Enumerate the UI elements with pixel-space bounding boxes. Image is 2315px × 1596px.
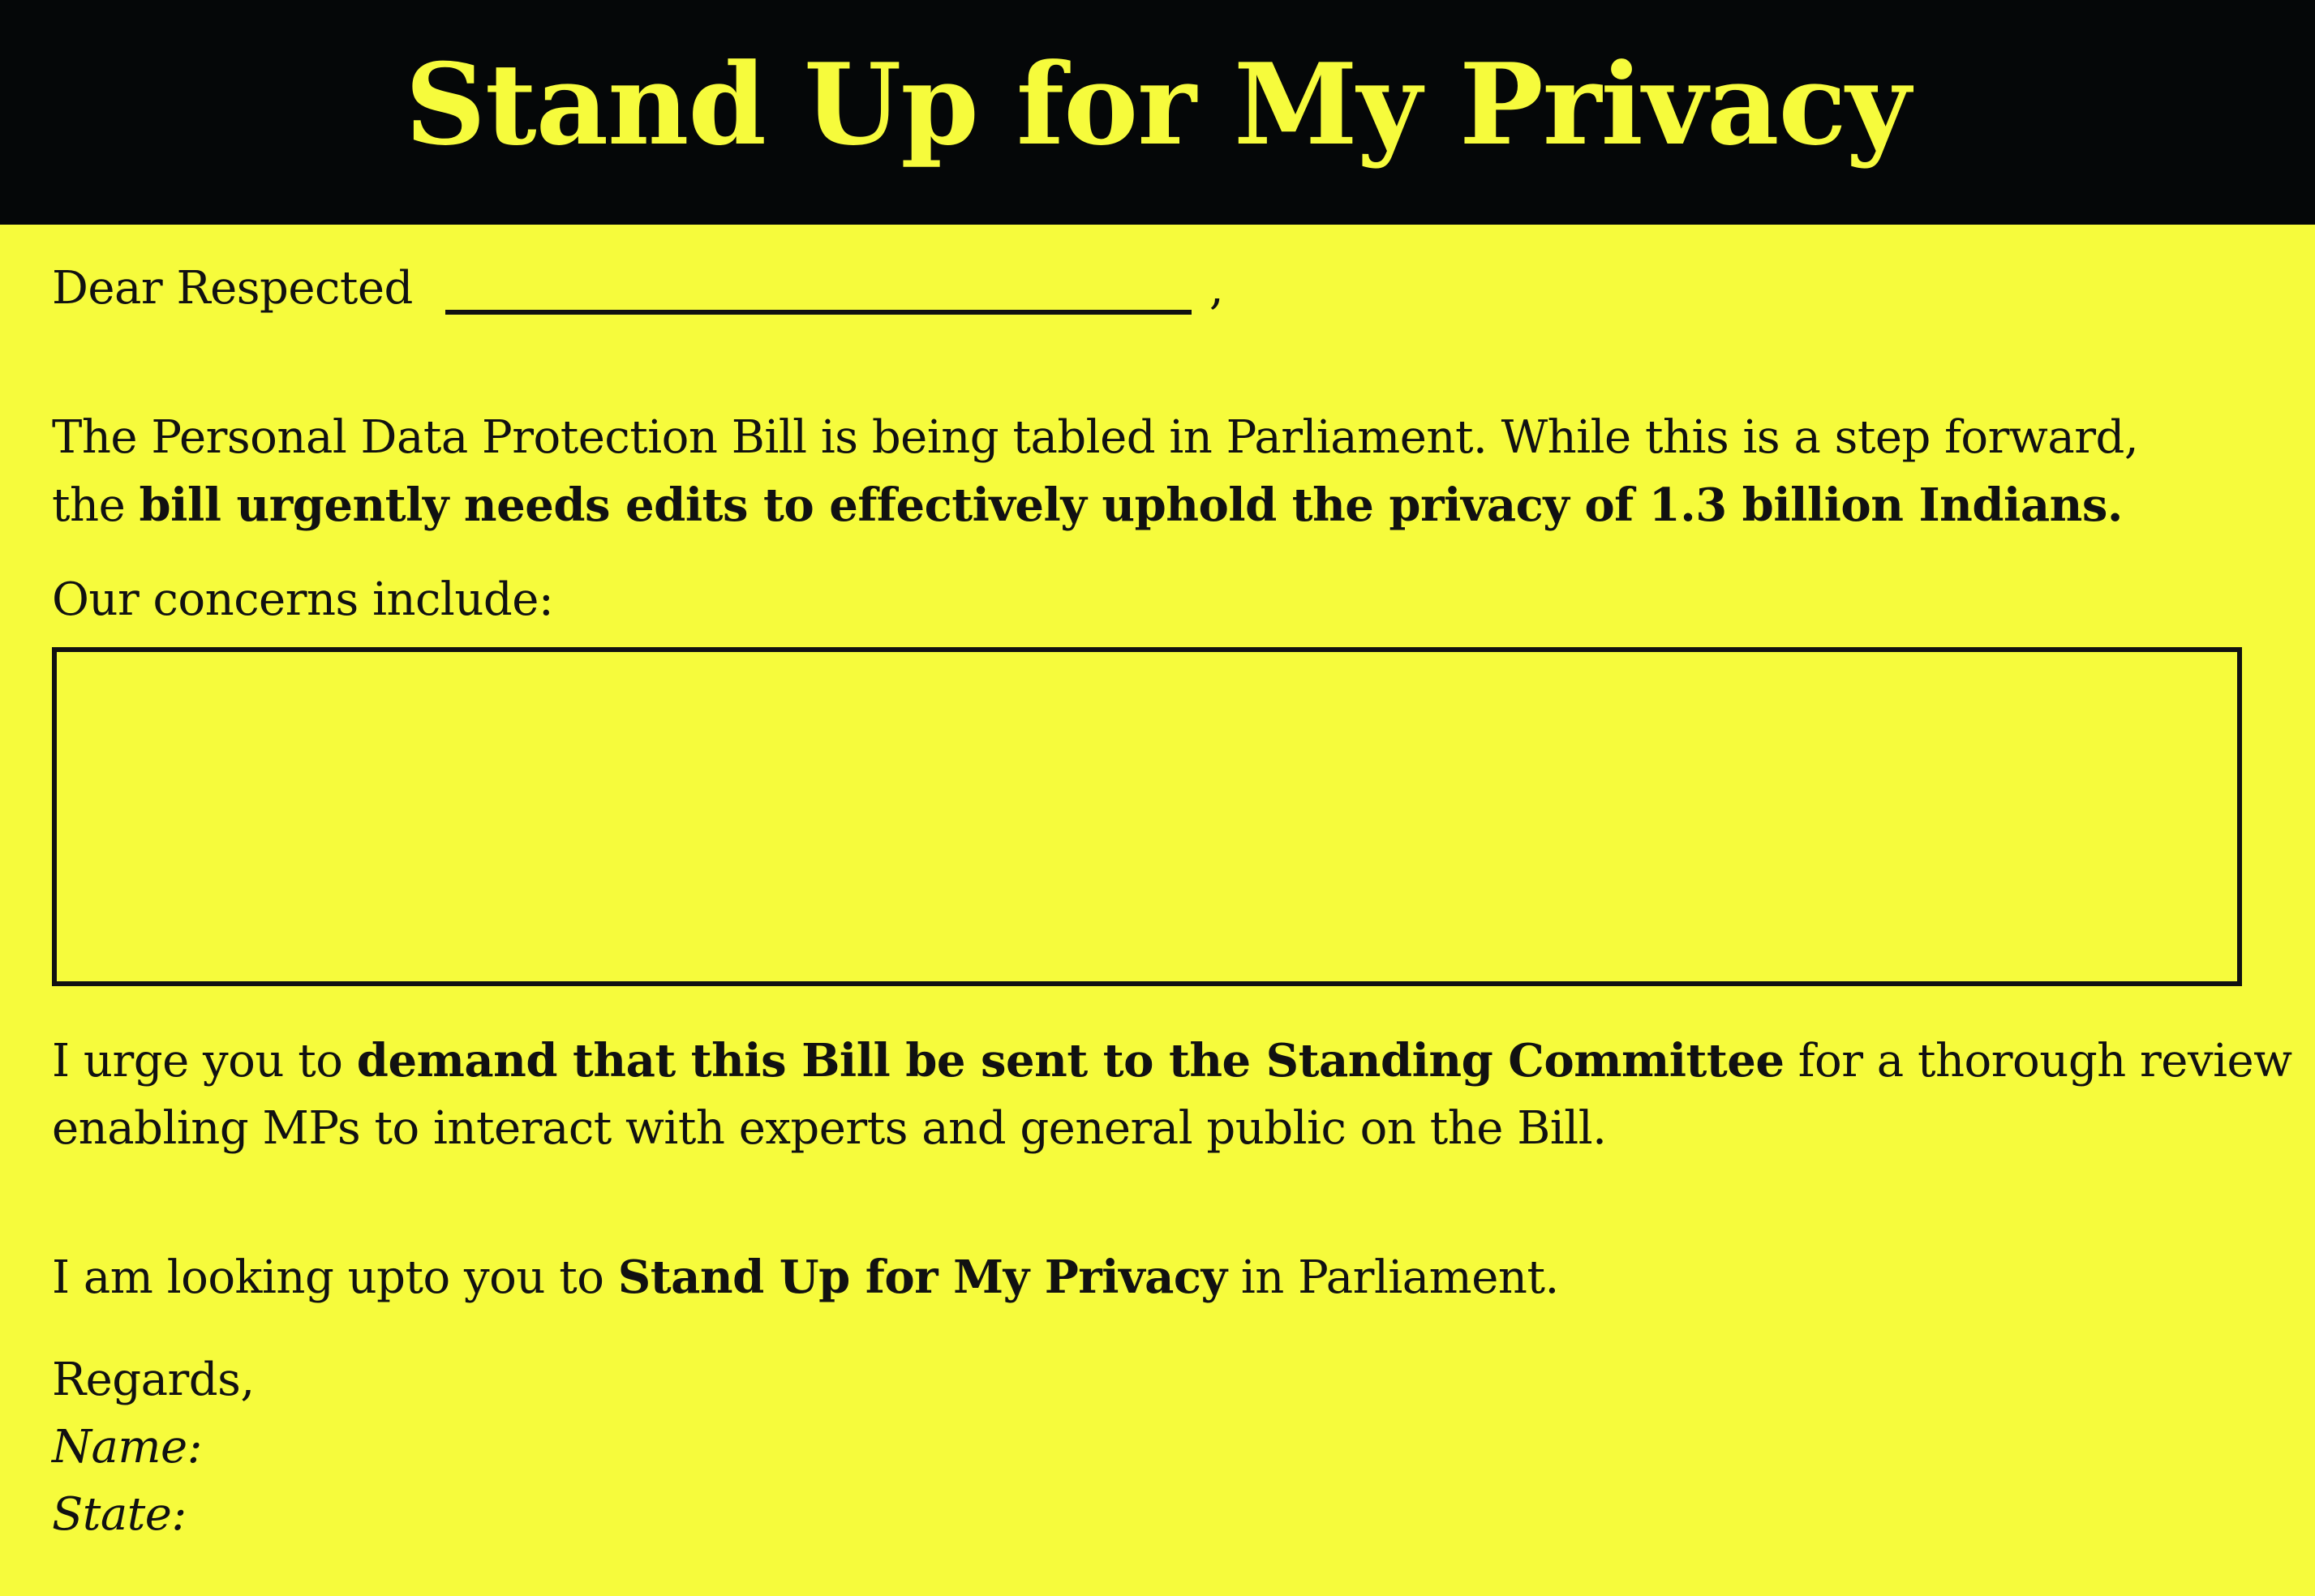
intro-line-1: The Personal Data Protection Bill is bei…	[52, 411, 2139, 464]
closing-line: I am looking upto you to Stand Up for My…	[52, 1251, 1559, 1305]
request-line-1-plain-start: I urge you to	[52, 1035, 357, 1088]
request-line-1: I urge you to demand that this Bill be s…	[52, 1034, 2292, 1088]
regards-text: Regards,	[52, 1354, 255, 1406]
closing-line-plain-start: I am looking upto you to	[52, 1251, 618, 1304]
salutation: Dear Respected ,	[52, 261, 1224, 315]
intro-line-2: the bill urgently needs edits to effecti…	[52, 478, 2123, 533]
intro-line-2-plain: the	[52, 479, 140, 532]
request-line-1-bold: demand that this Bill be sent to the Sta…	[356, 1034, 1785, 1088]
intro-line-2-bold: bill urgently needs edits to effectively…	[139, 478, 2124, 532]
closing-line-plain-end: in Parliament.	[1226, 1251, 1559, 1304]
name-label: Name:	[52, 1421, 203, 1474]
request-line-1-plain-end: for a thorough review	[1784, 1035, 2292, 1088]
concerns-box[interactable]	[52, 647, 2242, 986]
salutation-prefix: Dear Respected	[52, 262, 413, 315]
page-title: Stand Up for My Privacy	[405, 37, 1910, 170]
recipient-blank-field[interactable]	[445, 310, 1192, 315]
request-line-2: enabling MPs to interact with experts an…	[52, 1102, 1607, 1155]
salutation-comma: ,	[1209, 262, 1224, 315]
concerns-label: Our concerns include:	[52, 573, 554, 626]
header-banner: Stand Up for My Privacy	[0, 0, 2315, 225]
closing-line-bold: Stand Up for My Privacy	[617, 1251, 1227, 1304]
state-label: State:	[52, 1488, 187, 1541]
